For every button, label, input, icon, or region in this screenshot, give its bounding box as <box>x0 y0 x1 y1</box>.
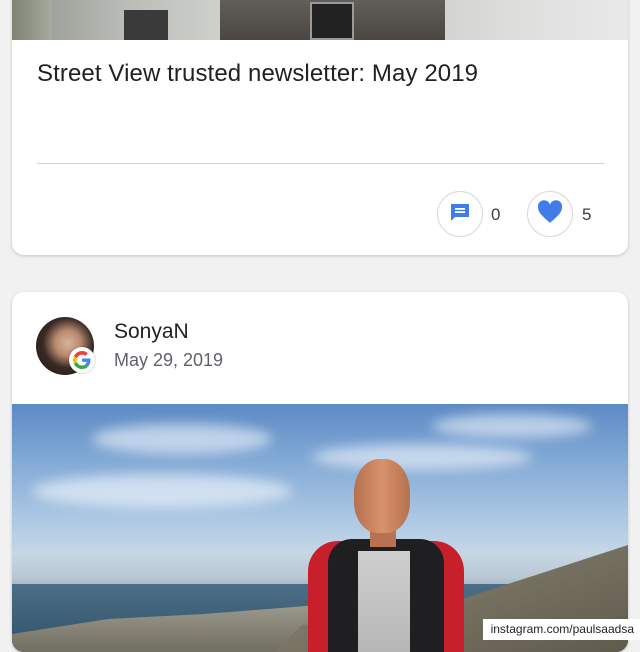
heart-icon <box>537 199 563 229</box>
post-hero-image[interactable] <box>12 0 628 40</box>
like-count: 5 <box>582 205 592 224</box>
comment-button[interactable] <box>437 191 483 237</box>
post-date: May 29, 2019 <box>114 350 224 370</box>
post-photo[interactable] <box>12 404 628 652</box>
post-title[interactable]: Street View trusted newsletter: May 2019 <box>37 60 478 88</box>
divider <box>37 163 604 164</box>
comment-icon <box>448 200 472 229</box>
google-g-icon <box>69 347 95 373</box>
like-button[interactable] <box>527 191 573 237</box>
watermark-text: instagram.com/paulsaadsa <box>482 619 640 640</box>
author-name[interactable]: SonyaN <box>114 320 189 344</box>
user-post-card[interactable]: SonyaN May 29, 2019 <box>12 292 628 652</box>
comment-count: 0 <box>491 205 501 224</box>
newsletter-post-card[interactable]: Street View trusted newsletter: May 2019… <box>12 0 628 255</box>
